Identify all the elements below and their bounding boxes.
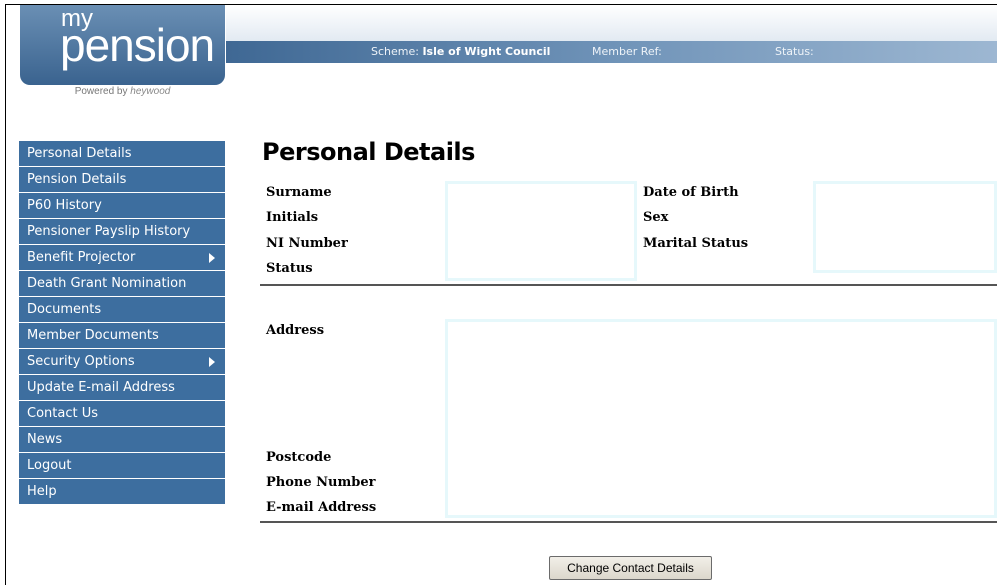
date-of-birth-label: Date of Birth xyxy=(643,185,739,200)
sidebar-item-documents[interactable]: Documents xyxy=(19,297,225,322)
surname-label: Surname xyxy=(266,185,332,200)
sidebar-item-label: Pension Details xyxy=(27,172,127,187)
marital-status-label: Marital Status xyxy=(643,236,749,251)
phone-number-label: Phone Number xyxy=(266,475,376,490)
scheme-label: Scheme: xyxy=(371,45,419,58)
sidebar-item-help[interactable]: Help xyxy=(19,479,225,504)
member-ref-label: Member Ref: xyxy=(592,45,662,58)
sidebar-item-label: Benefit Projector xyxy=(27,250,136,265)
sidebar-item-personal-details[interactable]: Personal Details xyxy=(19,141,225,166)
section-divider xyxy=(260,284,997,286)
status-label: Status: xyxy=(775,45,814,58)
header-band xyxy=(226,5,997,41)
logo-pension-text: pension xyxy=(60,19,215,71)
address-label: Address xyxy=(266,323,325,338)
sidebar-item-p60-history[interactable]: P60 History xyxy=(19,193,225,218)
postcode-label: Postcode xyxy=(266,450,332,465)
page-title: Personal Details xyxy=(262,138,475,166)
sidebar-item-label: Security Options xyxy=(27,354,135,369)
sidebar-item-pensioner-payslip-history[interactable]: Pensioner Payslip History xyxy=(19,219,225,244)
sidebar-item-logout[interactable]: Logout xyxy=(19,453,225,478)
sidebar-item-label: Pensioner Payslip History xyxy=(27,224,191,239)
submenu-arrow-icon xyxy=(209,357,215,367)
section-divider xyxy=(260,521,997,523)
sidebar-item-contact-us[interactable]: Contact Us xyxy=(19,401,225,426)
sidebar-item-label: Logout xyxy=(27,458,72,473)
sidebar-item-label: News xyxy=(27,432,63,447)
change-contact-details-button[interactable]: Change Contact Details xyxy=(549,556,712,580)
sidebar-item-label: Contact Us xyxy=(27,406,98,421)
sidebar-item-news[interactable]: News xyxy=(19,427,225,452)
sex-label: Sex xyxy=(643,210,669,225)
submenu-arrow-icon xyxy=(209,253,215,263)
sidebar-item-label: Death Grant Nomination xyxy=(27,276,187,291)
sidebar-item-label: Documents xyxy=(27,302,102,317)
mypension-logo[interactable]: my pension xyxy=(20,5,225,85)
sidebar-item-update-email-address[interactable]: Update E-mail Address xyxy=(19,375,225,400)
sidebar-item-death-grant-nomination[interactable]: Death Grant Nomination xyxy=(19,271,225,296)
sidebar-item-label: Personal Details xyxy=(27,146,132,161)
sidebar-item-label: Update E-mail Address xyxy=(27,380,175,395)
email-address-label: E-mail Address xyxy=(266,500,377,515)
status-field-label: Status xyxy=(266,261,313,276)
initials-label: Initials xyxy=(266,210,319,225)
sidebar-item-label: Member Documents xyxy=(27,328,159,343)
heywood-brand: heywood xyxy=(130,86,171,97)
scheme-info: Scheme: Isle of Wight Council xyxy=(371,45,550,58)
sidebar-item-benefit-projector[interactable]: Benefit Projector xyxy=(19,245,225,270)
sidebar-item-member-documents[interactable]: Member Documents xyxy=(19,323,225,348)
sidebar-item-label: Help xyxy=(27,484,57,499)
sidebar-item-pension-details[interactable]: Pension Details xyxy=(19,167,225,192)
personal-values-box-2 xyxy=(813,181,997,273)
scheme-value: Isle of Wight Council xyxy=(422,45,551,58)
member-info-bar: Scheme: Isle of Wight Council Member Ref… xyxy=(226,41,997,63)
powered-by-label: Powered by xyxy=(74,86,128,97)
powered-by: Powered by heywood xyxy=(20,86,225,97)
sidebar-item-security-options[interactable]: Security Options xyxy=(19,349,225,374)
personal-values-box xyxy=(445,181,637,281)
sidebar-item-label: P60 History xyxy=(27,198,102,213)
ni-number-label: NI Number xyxy=(266,236,348,251)
contact-values-box xyxy=(445,319,997,518)
sidebar-nav: Personal Details Pension Details P60 His… xyxy=(19,141,225,505)
